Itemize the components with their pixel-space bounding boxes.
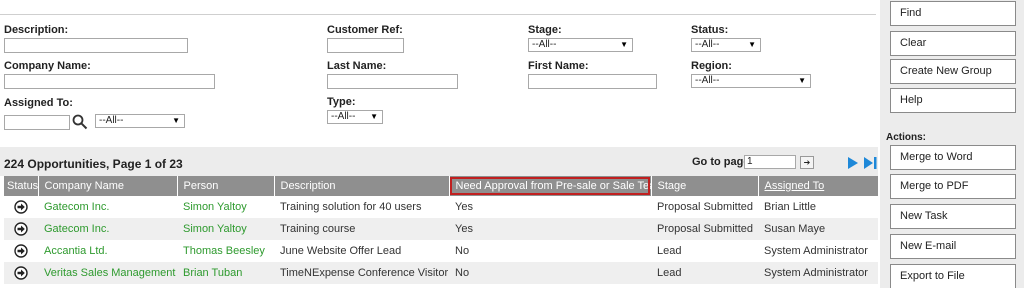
column-header-description[interactable]: Description xyxy=(274,176,450,196)
arrow-circle-icon[interactable] xyxy=(14,266,28,280)
help-button[interactable]: Help xyxy=(890,88,1016,113)
arrow-circle-icon[interactable] xyxy=(14,222,28,236)
column-header-company[interactable]: Company Name xyxy=(38,176,178,196)
first-name-input[interactable] xyxy=(528,74,657,89)
top-divider xyxy=(0,14,876,15)
assigned-to-label: Assigned To: xyxy=(4,97,73,109)
person-cell[interactable]: Brian Tuban xyxy=(177,262,274,284)
table-row[interactable]: Gatecom Inc. Simon Yaltoy Training solut… xyxy=(4,196,878,218)
actions-label: Actions: xyxy=(886,132,926,143)
assigned-to-select[interactable]: --All-- ▼ xyxy=(95,114,185,128)
column-header-stage[interactable]: Stage xyxy=(651,176,759,196)
column-header-assigned-to[interactable]: Assigned To xyxy=(758,176,879,196)
chevron-down-icon: ▼ xyxy=(370,112,378,121)
stage-select[interactable]: --All-- ▼ xyxy=(528,38,633,52)
search-icon[interactable] xyxy=(72,114,88,130)
stage-cell: Proposal Submitted xyxy=(651,218,758,240)
column-header-status: Status xyxy=(4,176,39,196)
company-name-input[interactable] xyxy=(4,74,215,89)
status-select-value: --All-- xyxy=(695,39,720,50)
stage-select-value: --All-- xyxy=(532,39,557,50)
results-summary: 224 Opportunities, Page 1 of 23 xyxy=(4,157,183,171)
create-new-group-button[interactable]: Create New Group xyxy=(890,59,1016,84)
find-button[interactable]: Find xyxy=(890,1,1016,26)
company-name-label: Company Name: xyxy=(4,60,91,72)
type-select[interactable]: --All-- ▼ xyxy=(327,110,383,124)
status-cell xyxy=(4,262,38,284)
assigned-cell: System Administrator xyxy=(758,262,878,284)
status-cell xyxy=(4,240,38,262)
arrow-right-icon: ➔ xyxy=(803,158,811,167)
new-task-button[interactable]: New Task xyxy=(890,204,1016,229)
approval-cell: Yes xyxy=(455,201,473,213)
assigned-cell: Brian Little xyxy=(764,201,816,213)
column-header-person[interactable]: Person xyxy=(177,176,275,196)
merge-to-pdf-button[interactable]: Merge to PDF xyxy=(890,174,1016,199)
goto-page-label: Go to page xyxy=(692,156,750,168)
region-select-value: --All-- xyxy=(695,75,720,86)
stage-cell: Lead xyxy=(657,245,682,257)
assigned-cell: Susan Maye xyxy=(758,218,878,240)
assigned-to-sort-link[interactable]: Assigned To xyxy=(765,180,825,192)
approval-cell: No xyxy=(455,245,470,257)
table-header-row: Status Company Name Person Description N… xyxy=(4,176,879,196)
type-select-value: --All-- xyxy=(331,111,356,122)
next-page-icon[interactable] xyxy=(846,155,860,171)
company-cell[interactable]: Accantia Ltd. xyxy=(38,240,177,262)
goto-page-input[interactable]: 1 xyxy=(744,155,796,169)
table-row[interactable]: Veritas Sales Management Brian Tuban Tim… xyxy=(4,262,878,284)
stage-cell: Proposal Submitted xyxy=(657,201,753,213)
arrow-circle-icon[interactable] xyxy=(14,244,28,258)
stage-cell: Lead xyxy=(651,262,758,284)
export-to-file-button[interactable]: Export to File xyxy=(890,264,1016,288)
region-label: Region: xyxy=(691,60,732,72)
column-header-need-approval[interactable]: Need Approval from Pre-sale or Sale Team xyxy=(449,176,652,196)
approval-cell: No xyxy=(449,262,651,284)
table-row[interactable]: Gatecom Inc. Simon Yaltoy Training cours… xyxy=(4,218,878,240)
merge-to-word-button[interactable]: Merge to Word xyxy=(890,145,1016,170)
chevron-down-icon: ▼ xyxy=(172,116,180,125)
chevron-down-icon: ▼ xyxy=(620,40,628,49)
chevron-down-icon: ▼ xyxy=(798,76,806,85)
company-cell[interactable]: Gatecom Inc. xyxy=(38,218,177,240)
last-name-label: Last Name: xyxy=(327,60,387,72)
approval-cell: Yes xyxy=(449,218,651,240)
company-cell[interactable]: Veritas Sales Management xyxy=(38,262,177,284)
description-cell: June Website Offer Lead xyxy=(280,245,402,257)
person-cell[interactable]: Thomas Beesley xyxy=(177,240,274,262)
assigned-to-select-value: --All-- xyxy=(99,115,124,126)
company-cell[interactable]: Gatecom Inc. xyxy=(38,196,177,218)
goto-page-button[interactable]: ➔ xyxy=(800,156,814,169)
description-cell: TimeNExpense Conference Visitor xyxy=(274,262,449,284)
chevron-down-icon: ▼ xyxy=(748,40,756,49)
table-row[interactable]: Accantia Ltd. Thomas Beesley June Websit… xyxy=(4,240,878,262)
status-select[interactable]: --All-- ▼ xyxy=(691,38,761,52)
status-cell xyxy=(4,218,38,240)
customer-ref-input[interactable] xyxy=(327,38,404,53)
description-input[interactable] xyxy=(4,38,188,53)
description-cell: Training solution for 40 users xyxy=(280,201,422,213)
opportunities-table: Status Company Name Person Description N… xyxy=(4,176,879,284)
assigned-to-input[interactable] xyxy=(4,115,70,130)
clear-button[interactable]: Clear xyxy=(890,31,1016,56)
last-name-input[interactable] xyxy=(327,74,458,89)
description-label: Description: xyxy=(4,24,69,36)
type-label: Type: xyxy=(327,96,356,108)
status-label: Status: xyxy=(691,24,729,36)
stage-label: Stage: xyxy=(528,24,562,36)
last-page-icon[interactable] xyxy=(862,155,878,171)
first-name-label: First Name: xyxy=(528,60,589,72)
region-select[interactable]: --All-- ▼ xyxy=(691,74,811,88)
person-cell[interactable]: Simon Yaltoy xyxy=(177,196,274,218)
person-cell[interactable]: Simon Yaltoy xyxy=(177,218,274,240)
new-email-button[interactable]: New E-mail xyxy=(890,234,1016,259)
description-cell: Training course xyxy=(274,218,449,240)
assigned-cell: System Administrator xyxy=(764,245,868,257)
status-cell xyxy=(4,196,38,218)
arrow-circle-icon[interactable] xyxy=(14,200,28,214)
customer-ref-label: Customer Ref: xyxy=(327,24,403,36)
